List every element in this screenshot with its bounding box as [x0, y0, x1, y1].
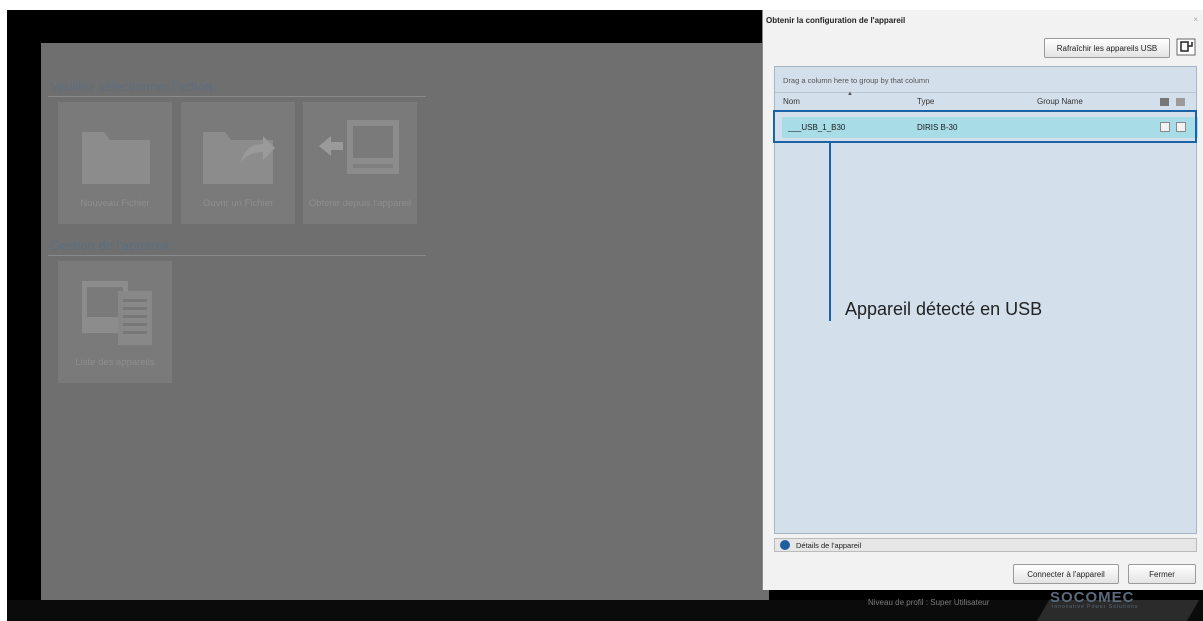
- device-details-expander[interactable]: Détails de l'appareil: [774, 538, 1197, 552]
- sort-asc-icon: ▲: [847, 91, 853, 97]
- tile-label: Liste des appareils: [75, 357, 155, 368]
- header-divider: [775, 92, 1196, 93]
- column-header-group-name[interactable]: Group Name: [1037, 97, 1083, 106]
- tile-open-file[interactable]: Ouvrir un Fichier: [181, 102, 295, 224]
- refresh-usb-button[interactable]: Rafraîchir les appareils USB: [1044, 38, 1170, 58]
- section-divider: [48, 96, 426, 97]
- callout-line: [829, 142, 831, 321]
- folder-icon: [82, 132, 150, 184]
- folder-open-arrow-icon: [203, 132, 275, 184]
- column-header-nom[interactable]: Nom: [783, 97, 800, 106]
- callout-label: Appareil détecté en USB: [845, 299, 1043, 319]
- tile-label: Nouveau Fichier: [80, 198, 150, 209]
- dialog-close-icon[interactable]: ×: [1193, 15, 1198, 24]
- tile-new-file[interactable]: Nouveau Fichier: [58, 102, 172, 224]
- highlight-box: [773, 110, 1197, 143]
- column-chooser-icon[interactable]: [1160, 98, 1169, 106]
- dialog-title: Obtenir la configuration de l'appareil: [766, 16, 906, 25]
- group-by-hint[interactable]: Drag a column here to group by that colu…: [783, 76, 929, 85]
- close-button[interactable]: Fermer: [1128, 564, 1196, 584]
- connect-button[interactable]: Connecter à l'appareil: [1013, 564, 1119, 584]
- usb-device-icon[interactable]: [1176, 38, 1196, 56]
- main-app-panel: Veuillez sélectionner l'action : Nouveau…: [41, 43, 769, 600]
- status-bar: [7, 600, 1203, 621]
- tile-label: Obtenir depuis l'appareil: [308, 198, 412, 209]
- tile-get-from-device[interactable]: Obtenir depuis l'appareil: [303, 102, 417, 224]
- brand-tagline: Innovative Power Solutions: [1052, 604, 1139, 610]
- tile-device-list[interactable]: Liste des appareils: [58, 261, 172, 383]
- section-title-action: Veuillez sélectionner l'action :: [50, 79, 220, 94]
- section-title-device: Gestion de l'appareil :: [50, 238, 176, 253]
- profile-level-text: Niveau de profil : Super Utilisateur: [868, 598, 990, 607]
- device-download-icon: [319, 120, 399, 174]
- section-divider: [48, 255, 426, 256]
- device-list-icon: [82, 281, 152, 345]
- tile-label: Ouvrir un Fichier: [202, 198, 274, 209]
- column-header-type[interactable]: Type: [917, 97, 934, 106]
- chevron-down-icon: [780, 540, 790, 550]
- save-layout-icon[interactable]: [1176, 98, 1185, 106]
- details-label: Détails de l'appareil: [796, 541, 862, 550]
